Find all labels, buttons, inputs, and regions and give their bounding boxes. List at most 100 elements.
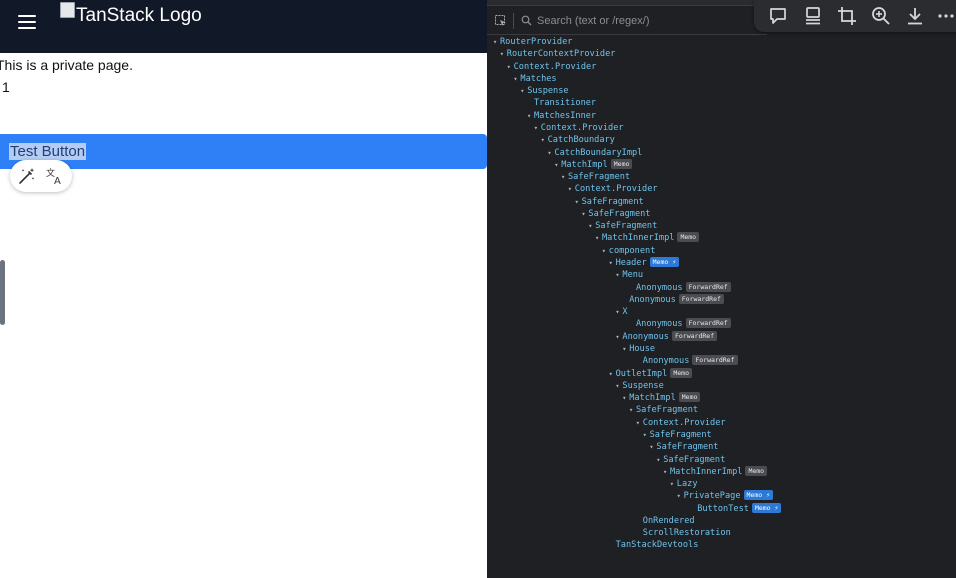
tree-node-label: OutletImpl	[615, 368, 668, 379]
tree-node[interactable]: ▾ X	[615, 306, 627, 318]
expand-arrow-icon[interactable]: ▾	[609, 257, 616, 269]
tree-node-label: SafeFragment	[656, 442, 719, 453]
tree-node[interactable]: ▾ SafeFragment	[649, 441, 718, 453]
magic-wand-icon[interactable]	[17, 166, 37, 186]
expand-arrow-icon[interactable]: ▾	[507, 61, 514, 73]
tree-node-label: SafeFragment	[636, 405, 699, 416]
expand-arrow-icon[interactable]: ▾	[670, 478, 677, 490]
tree-node-badge: ForwardRef	[685, 318, 731, 329]
expand-arrow-icon[interactable]: ▾	[643, 429, 650, 441]
expand-arrow-icon[interactable]: ▾	[629, 404, 636, 416]
tree-node-label: ButtonTest	[697, 503, 749, 514]
expand-arrow-icon[interactable]: ▾	[663, 466, 670, 478]
tree-node-label: MatchesInner	[534, 110, 597, 121]
page: TanStack Logo This is a private page. 1 …	[0, 0, 956, 578]
tree-node[interactable]: ▾ MatchImpl Memo	[554, 158, 633, 171]
tree-node[interactable]: ▾ Anonymous ForwardRef	[615, 330, 718, 343]
tree-node-label: RouterProvider	[500, 37, 573, 47]
expand-arrow-icon[interactable]: ▾	[527, 110, 534, 122]
expand-arrow-icon[interactable]: ▾	[561, 171, 568, 183]
tree-node-label: SafeFragment	[649, 429, 712, 440]
tree-node[interactable]: ▾ Header Memo ⚡	[609, 257, 680, 269]
tree-node[interactable]: ▾ Context.Provider	[636, 417, 726, 429]
tree-node-label: TanStackDevtools	[615, 540, 699, 551]
tree-node[interactable]: ▾ Suspense	[520, 85, 568, 97]
component-tree: ▾ RouterProvider ▾ RouterContextProvider ▾ Co…	[487, 36, 956, 576]
tree-node[interactable]: ▾ House	[622, 343, 655, 355]
expand-arrow-icon[interactable]: ▾	[541, 134, 548, 146]
select-element-icon[interactable]	[495, 15, 507, 27]
comment-icon[interactable]	[766, 4, 790, 28]
expand-arrow-icon[interactable]: ▾	[534, 122, 541, 134]
expand-arrow-icon[interactable]: ▾	[595, 232, 602, 244]
download-icon[interactable]	[903, 4, 927, 28]
tree-node[interactable]: ▾ RouterProvider	[493, 36, 572, 48]
tree-node[interactable]: Anonymous ForwardRef	[629, 318, 731, 330]
tree-node-label: Anonymous	[642, 356, 690, 367]
tree-node-label: Anonymous	[622, 331, 669, 342]
tree-node-label: House	[629, 344, 656, 354]
scrollbar-handle[interactable]	[0, 260, 5, 325]
crop-icon[interactable]	[835, 4, 859, 28]
tree-node[interactable]: ▾ Context.Provider	[507, 61, 597, 73]
tanstack-logo[interactable]: TanStack Logo	[60, 2, 202, 30]
tree-node[interactable]: ▾ SafeFragment	[629, 404, 698, 416]
tree-node[interactable]: ▾ MatchImpl Memo	[622, 392, 701, 404]
expand-arrow-icon[interactable]: ▾	[568, 183, 575, 195]
tree-node[interactable]: Anonymous ForwardRef	[622, 293, 724, 306]
tree-node[interactable]: ▾ SafeFragment	[643, 429, 712, 441]
tree-node[interactable]: ▾ Context.Provider	[568, 183, 658, 195]
tree-node[interactable]: ▾ Suspense	[615, 380, 663, 392]
tree-node[interactable]: OnRendered	[636, 515, 695, 527]
more-icon[interactable]	[934, 4, 956, 28]
tree-node-label: Context.Provider	[642, 417, 726, 428]
tree-node[interactable]: ▾ Menu	[615, 269, 643, 281]
tree-node-badge: ForwardRef	[671, 330, 718, 341]
tree-node-badge: Memo	[745, 465, 768, 476]
tree-node[interactable]: Anonymous ForwardRef	[636, 355, 738, 367]
tree-node[interactable]: TanStackDevtools	[609, 539, 699, 551]
tree-node[interactable]: ▾ SafeFragment	[656, 454, 725, 466]
tree-node[interactable]: ▾ Context.Provider	[534, 122, 624, 134]
tree-node[interactable]: ▾ MatchesInner	[527, 110, 596, 122]
tree-node[interactable]: ScrollRestoration	[636, 527, 731, 539]
tree-node[interactable]: ▾ SafeFragment	[561, 171, 630, 183]
tree-node[interactable]: ▾ Matches	[513, 73, 556, 85]
component-search-input[interactable]	[537, 12, 757, 30]
expand-arrow-icon[interactable]: ▾	[500, 48, 507, 60]
tree-node[interactable]: ButtonTest Memo ⚡	[690, 502, 782, 515]
tree-node[interactable]: ▾ RouterContextProvider	[500, 48, 616, 60]
expand-arrow-icon[interactable]: ▾	[636, 417, 643, 429]
tree-node-label: MatchInnerImpl	[670, 466, 743, 477]
tree-node[interactable]: ▾ MatchInnerImpl Memo	[663, 465, 768, 478]
tree-node[interactable]: ▾ SafeFragment	[581, 208, 650, 220]
broken-image-icon	[60, 2, 75, 18]
expand-arrow-icon[interactable]: ▾	[609, 368, 616, 380]
expand-arrow-icon[interactable]: ▾	[677, 490, 684, 502]
expand-arrow-icon[interactable]: ▾	[602, 245, 609, 257]
tree-node[interactable]: ▾ SafeFragment	[588, 220, 657, 232]
tree-node-label: MatchImpl	[561, 159, 608, 170]
tree-node[interactable]: ▾ OutletImpl Memo	[609, 367, 692, 380]
test-button[interactable]: Test Button	[0, 134, 487, 169]
tree-node[interactable]: ▾ MatchInnerImpl Memo	[595, 232, 700, 244]
hamburger-menu-icon[interactable]	[18, 12, 38, 30]
search-icon	[521, 15, 532, 26]
tree-node[interactable]: ▾ SafeFragment	[575, 196, 644, 208]
tree-node[interactable]: ▾ CatchBoundary	[541, 134, 615, 146]
tree-node[interactable]: Anonymous ForwardRef	[629, 281, 731, 294]
tree-node[interactable]: ▾ PrivatePage Memo ⚡	[677, 490, 773, 502]
expand-arrow-icon[interactable]: ▾	[575, 196, 582, 208]
device-icon[interactable]	[801, 4, 825, 28]
tree-node[interactable]: ▾ Lazy	[670, 478, 698, 490]
tree-node[interactable]: Transitioner	[527, 97, 596, 109]
translate-icon[interactable]: 文 A	[45, 166, 65, 186]
tree-node-label: component	[608, 245, 656, 256]
tree-node-label: X	[622, 307, 628, 318]
expand-arrow-icon[interactable]: ▾	[493, 36, 500, 48]
app-viewport: TanStack Logo This is a private page. 1 …	[0, 0, 487, 578]
tree-node[interactable]: ▾ CatchBoundaryImpl	[547, 147, 642, 159]
tree-node[interactable]: ▾ component	[602, 245, 656, 257]
zoom-in-icon[interactable]	[869, 4, 893, 28]
tree-node-label: Context.Provider	[574, 184, 658, 195]
